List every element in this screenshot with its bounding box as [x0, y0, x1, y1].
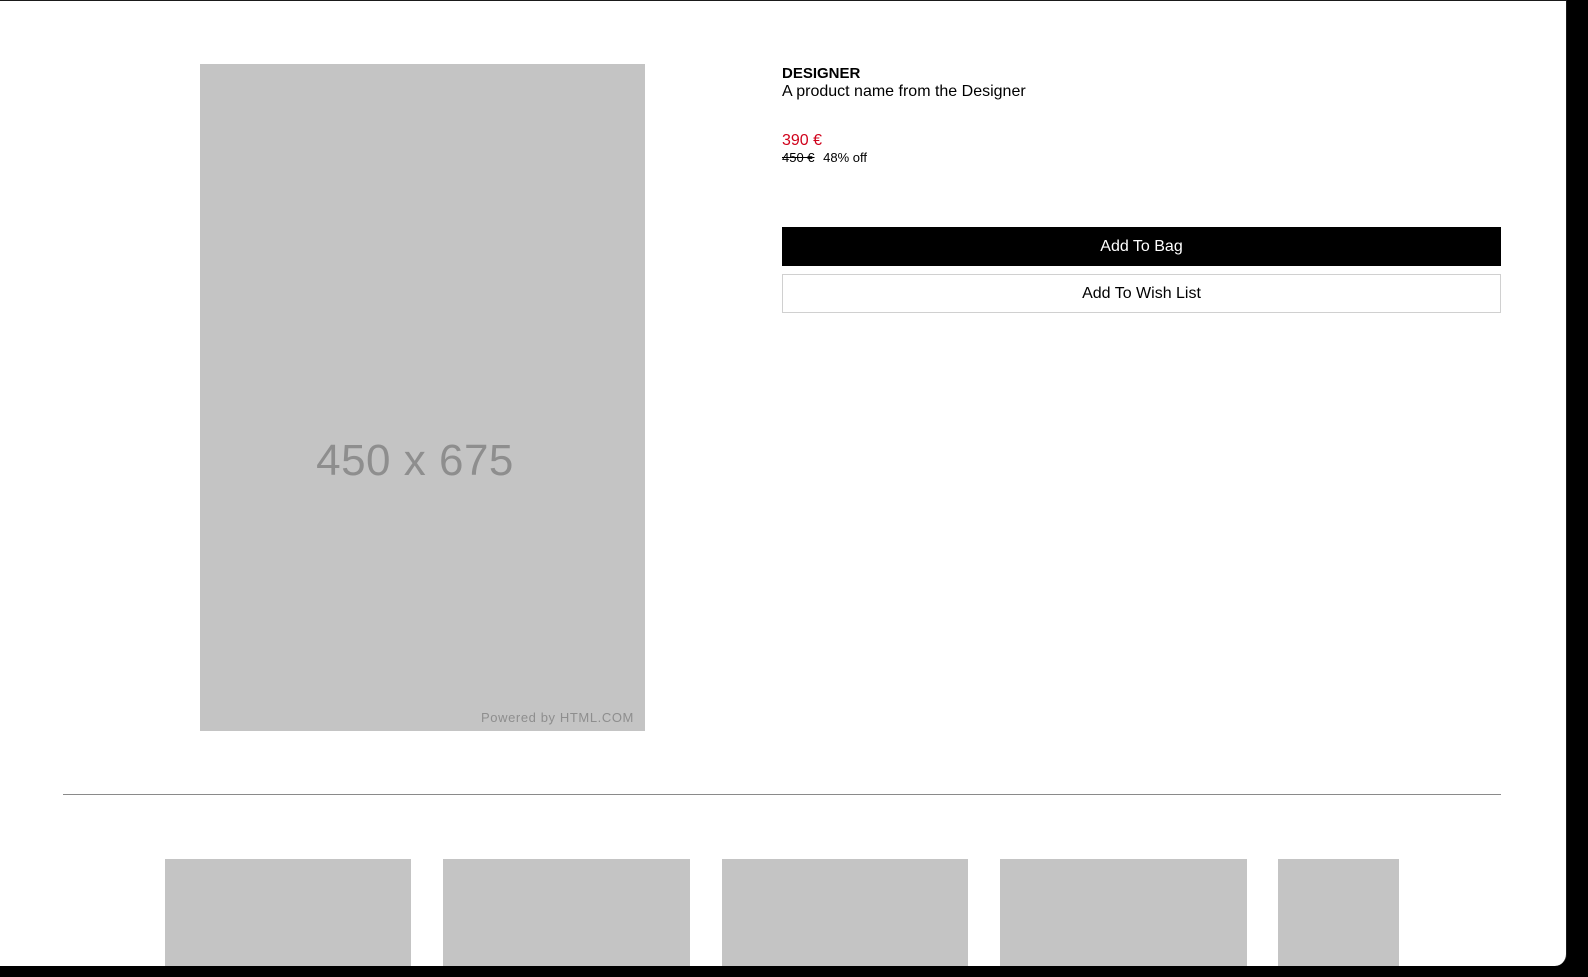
- designer-name[interactable]: DESIGNER: [782, 65, 860, 82]
- discount-label: 48% off: [823, 150, 868, 165]
- browser-window: 450 x 675 Powered by HTML.COM DESIGNER A…: [0, 0, 1567, 966]
- related-product-thumbnail[interactable]: [722, 859, 968, 966]
- add-to-bag-button[interactable]: Add To Bag: [782, 227, 1501, 266]
- price-details: 450 € 48% off: [782, 150, 867, 165]
- related-product-thumbnail[interactable]: [1000, 859, 1247, 966]
- current-price: 390 €: [782, 132, 823, 149]
- related-product-thumbnail[interactable]: [1278, 859, 1399, 966]
- add-to-wish-list-button[interactable]: Add To Wish List: [782, 274, 1501, 313]
- related-product-thumbnail[interactable]: [443, 859, 690, 966]
- section-divider: [63, 794, 1501, 795]
- product-image[interactable]: 450 x 675 Powered by HTML.COM: [200, 64, 645, 731]
- related-product-thumbnail[interactable]: [165, 859, 411, 966]
- image-dimensions-label: 450 x 675: [316, 436, 514, 485]
- original-price: 450 €: [782, 150, 815, 165]
- product-name: A product name from the Designer: [782, 83, 1026, 100]
- image-credit: Powered by HTML.COM: [481, 710, 634, 725]
